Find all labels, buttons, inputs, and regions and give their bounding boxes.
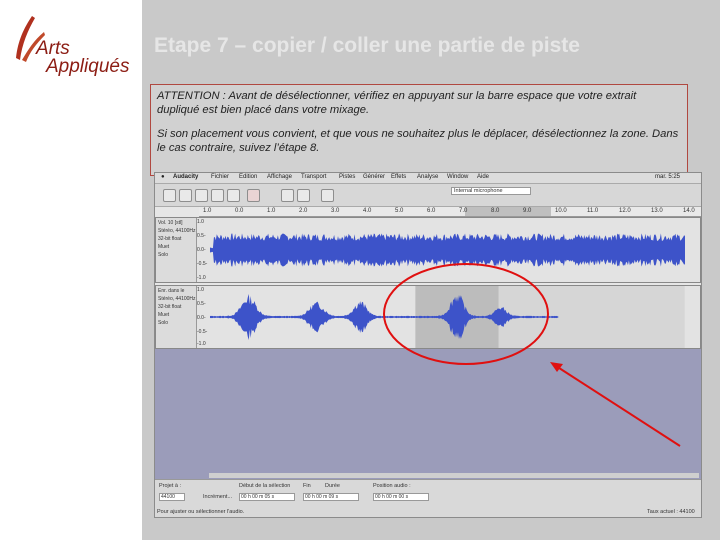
track-2-depth: 32-bit float [158, 304, 182, 310]
timeline-ruler[interactable]: 1.0 0.0 1.0 2.0 3.0 4.0 5.0 6.0 7.0 8.0 … [199, 207, 701, 217]
menu-fichier[interactable]: Fichier [211, 174, 229, 180]
track-1-format: Stéréo, 44100Hz [158, 228, 196, 234]
axis-label: -1.0 [197, 275, 206, 281]
audio-track-2[interactable]: Enr. dans le Stéréo, 44100Hz 32-bit floa… [155, 285, 701, 349]
track-2-waveform[interactable] [210, 286, 685, 348]
end-radio-label[interactable]: Fin [303, 483, 311, 489]
transport-toolbar: Internal microphone [155, 184, 701, 207]
play-button[interactable] [179, 189, 192, 202]
skip-start-button[interactable] [211, 189, 224, 202]
record-button[interactable] [247, 189, 260, 202]
empty-tracks-area[interactable] [155, 349, 701, 479]
ruler-tick: 3.0 [331, 208, 340, 214]
horizontal-scrollbar[interactable] [209, 473, 699, 478]
arts-appliques-logo: Arts Appliqués [8, 10, 136, 80]
track-1-control-panel: Vol. 10 [stl] Stéréo, 44100Hz 32-bit flo… [156, 218, 197, 282]
axis-label: 1.0 [197, 287, 204, 293]
zoom-tool-button[interactable] [321, 189, 334, 202]
track-2-solo-button[interactable]: Solo [158, 320, 194, 326]
input-device-select[interactable]: Internal microphone [451, 187, 531, 195]
project-rate-field[interactable]: 44100 [159, 493, 185, 501]
apple-icon[interactable]: ● [161, 174, 165, 180]
selection-start-label: Début de la sélection [239, 483, 291, 489]
skip-end-button[interactable] [227, 189, 240, 202]
audacity-window: ● Audacity Fichier Edition Affichage Tra… [154, 172, 702, 518]
rate-status: Taux actuel : 44100 [647, 509, 695, 515]
menu-audacity[interactable]: Audacity [173, 174, 198, 180]
menu-pistes[interactable]: Pistes [339, 174, 355, 180]
slide-title: Etape 7 – copier / coller une partie de … [154, 34, 580, 57]
ruler-tick: 5.0 [395, 208, 404, 214]
track-2-mute-button[interactable]: Muet [158, 312, 194, 318]
selection-end-field[interactable]: 00 h 00 m 09 s [303, 493, 359, 501]
ruler-tick: 13.0 [651, 208, 663, 214]
axis-label: -0.5- [197, 329, 208, 335]
length-radio-label[interactable]: Durée [325, 483, 340, 489]
waveform-path [210, 233, 686, 267]
ruler-tick: 9.0 [523, 208, 532, 214]
project-rate-label: Projet à : [159, 483, 182, 489]
ruler-tick: 11.0 [587, 208, 599, 214]
menu-window[interactable]: Window [447, 174, 468, 180]
slide-main: Etape 7 – copier / coller une partie de … [142, 0, 720, 540]
menu-transport[interactable]: Transport [301, 174, 326, 180]
note-paragraph-1: ATTENTION : Avant de désélectionner, vér… [157, 90, 637, 116]
track-1-waveform[interactable] [210, 218, 686, 282]
selection-toolbar: Projet à : 44100 Incrément... Début de l… [155, 479, 701, 517]
ruler-tick: 12.0 [619, 208, 631, 214]
track-2-control-panel: Enr. dans le Stéréo, 44100Hz 32-bit floa… [156, 286, 197, 348]
axis-label: -1.0 [197, 341, 206, 347]
track-2-format: Stéréo, 44100Hz [158, 296, 196, 302]
ruler-selection [465, 207, 551, 216]
stop-button[interactable] [195, 189, 208, 202]
axis-label: 1.0 [197, 219, 204, 225]
selection-start-field[interactable]: 00 h 00 m 05 s [239, 493, 295, 501]
ruler-tick: 1.0 [203, 208, 212, 214]
selection-tool-button[interactable] [281, 189, 294, 202]
track-1-amplitude-axis: 1.0 0.5- 0.0- -0.5- -1.0 [196, 218, 210, 282]
menu-generer[interactable]: Générer [363, 174, 385, 180]
track-1-name[interactable]: Vol. 10 [stl] [158, 220, 194, 226]
note-paragraph-2: Si son placement vous convient, et que v… [157, 128, 679, 154]
ruler-tick: 2.0 [299, 208, 308, 214]
ruler-tick: 6.0 [427, 208, 436, 214]
attention-note: ATTENTION : Avant de désélectionner, vér… [150, 84, 688, 176]
status-text: Pour ajuster ou sélectionner l'audio. [157, 509, 245, 515]
ruler-tick: 1.0 [267, 208, 276, 214]
audio-track-1[interactable]: Vol. 10 [stl] Stéréo, 44100Hz 32-bit flo… [155, 217, 701, 283]
mac-menubar: ● Audacity Fichier Edition Affichage Tra… [155, 173, 701, 184]
audio-position-label: Position audio : [373, 483, 411, 489]
menu-effets[interactable]: Effets [391, 174, 406, 180]
menu-aide[interactable]: Aide [477, 174, 489, 180]
ruler-tick: 0.0 [235, 208, 244, 214]
ruler-tick: 7.0 [459, 208, 468, 214]
axis-label: 0.5- [197, 301, 206, 307]
menu-analyse[interactable]: Analyse [417, 174, 438, 180]
ruler-tick: 14.0 [683, 208, 695, 214]
ruler-tick: 10.0 [555, 208, 567, 214]
envelope-tool-button[interactable] [297, 189, 310, 202]
audio-position-field[interactable]: 00 h 00 m 00 s [373, 493, 429, 501]
snap-to-label[interactable]: Incrément... [203, 494, 232, 500]
axis-label: -0.5- [197, 261, 208, 267]
menu-affichage[interactable]: Affichage [267, 174, 292, 180]
ruler-tick: 8.0 [491, 208, 500, 214]
track-1-depth: 32-bit float [158, 236, 182, 242]
menubar-clock: mar. 5:25 [655, 174, 681, 180]
track-1-mute-button[interactable]: Muet [158, 244, 194, 250]
logo-text-appliques: Appliqués [46, 56, 130, 77]
menu-edition[interactable]: Edition [239, 174, 257, 180]
ruler-tick: 4.0 [363, 208, 372, 214]
track-1-solo-button[interactable]: Solo [158, 252, 194, 258]
axis-label: 0.5- [197, 233, 206, 239]
axis-label: 0.0- [197, 315, 206, 321]
axis-label: 0.0- [197, 247, 206, 253]
pause-button[interactable] [163, 189, 176, 202]
sidebar: Arts Appliqués [0, 0, 142, 540]
track-2-name[interactable]: Enr. dans le [158, 288, 194, 294]
track-2-amplitude-axis: 1.0 0.5- 0.0- -0.5- -1.0 [196, 286, 210, 348]
